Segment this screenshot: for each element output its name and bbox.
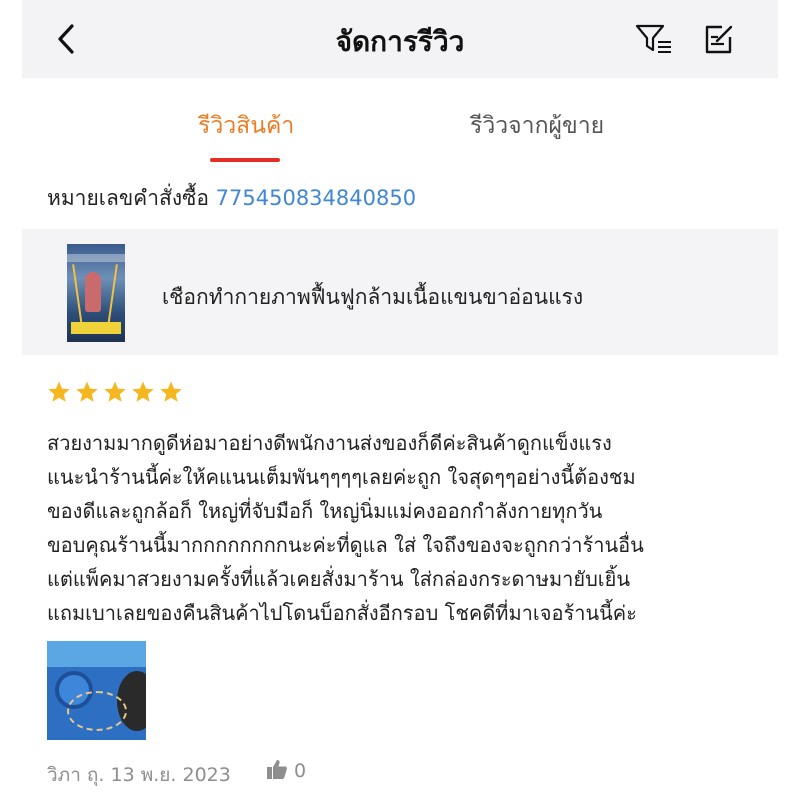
star-icon (160, 381, 182, 402)
top-bar: จัดการรีวิว (22, 0, 778, 78)
review-photo[interactable] (47, 641, 146, 740)
edit-note-icon (705, 25, 733, 54)
thumbs-up-icon (267, 760, 287, 779)
review-line: แถมเบาเลยของคืนสินค้าไปโดนบ็อกสั่งอีกรอบ… (47, 601, 637, 625)
order-number-label: หมายเลขคำสั่งซื้อ (47, 186, 209, 210)
review-line: สวยงามมากดูดีห่อมาอย่างดีพนักงานส่งของก็… (47, 431, 612, 455)
filter-list-icon (635, 24, 671, 53)
star-icon (104, 381, 126, 402)
tab-seller-reviews[interactable]: รีวิวจากผู้ขาย (470, 108, 604, 144)
star-icon (132, 381, 154, 402)
order-number-link[interactable]: 775450834840850 (216, 186, 416, 210)
active-tab-indicator (210, 158, 280, 162)
tab-product-reviews[interactable]: รีวิวสินค้า (198, 108, 294, 144)
product-thumbnail (67, 244, 125, 342)
star-icon (76, 381, 98, 402)
review-line: แต่แพ็คมาสวยงามครั้งที่แล้วเคยสั่งมาร้าน… (47, 567, 631, 591)
review-line: แนะนำร้านนี้ค่ะให้คแนนเต็มพันๆๆๆๆเลยค่ะถ… (47, 465, 636, 489)
review-line: ของดีและถูกล้อก็ ใหญ่ที่จับมือก็ ใหญ่นิ่… (47, 499, 603, 523)
product-card[interactable]: เชือกทำกายภาพฟื้นฟูกล้ามเนื้อแขนขาอ่อนแร… (22, 229, 778, 355)
star-icon (48, 381, 70, 402)
review-line: ขอบคุณร้านนี้มากกกกกกกกนะค่ะที่ดูแล ใส่ … (47, 533, 644, 557)
edit-button[interactable] (702, 22, 736, 56)
like-button[interactable]: 0 (266, 758, 306, 784)
review-date: วิภา ถุ. 13 พ.ย. 2023 (47, 764, 231, 786)
review-text: สวยงามมากดูดีห่อมาอย่างดีพนักงานส่งของก็… (47, 426, 767, 630)
review-tabs: รีวิวสินค้า รีวิวจากผู้ขาย (22, 78, 778, 164)
star-rating (47, 380, 187, 408)
like-count: 0 (294, 760, 307, 782)
order-info: หมายเลขคำสั่งซื้อ 775450834840850 (47, 182, 416, 215)
product-name: เชือกทำกายภาพฟื้นฟูกล้ามเนื้อแขนขาอ่อนแร… (162, 285, 584, 309)
filter-button[interactable] (634, 22, 674, 56)
